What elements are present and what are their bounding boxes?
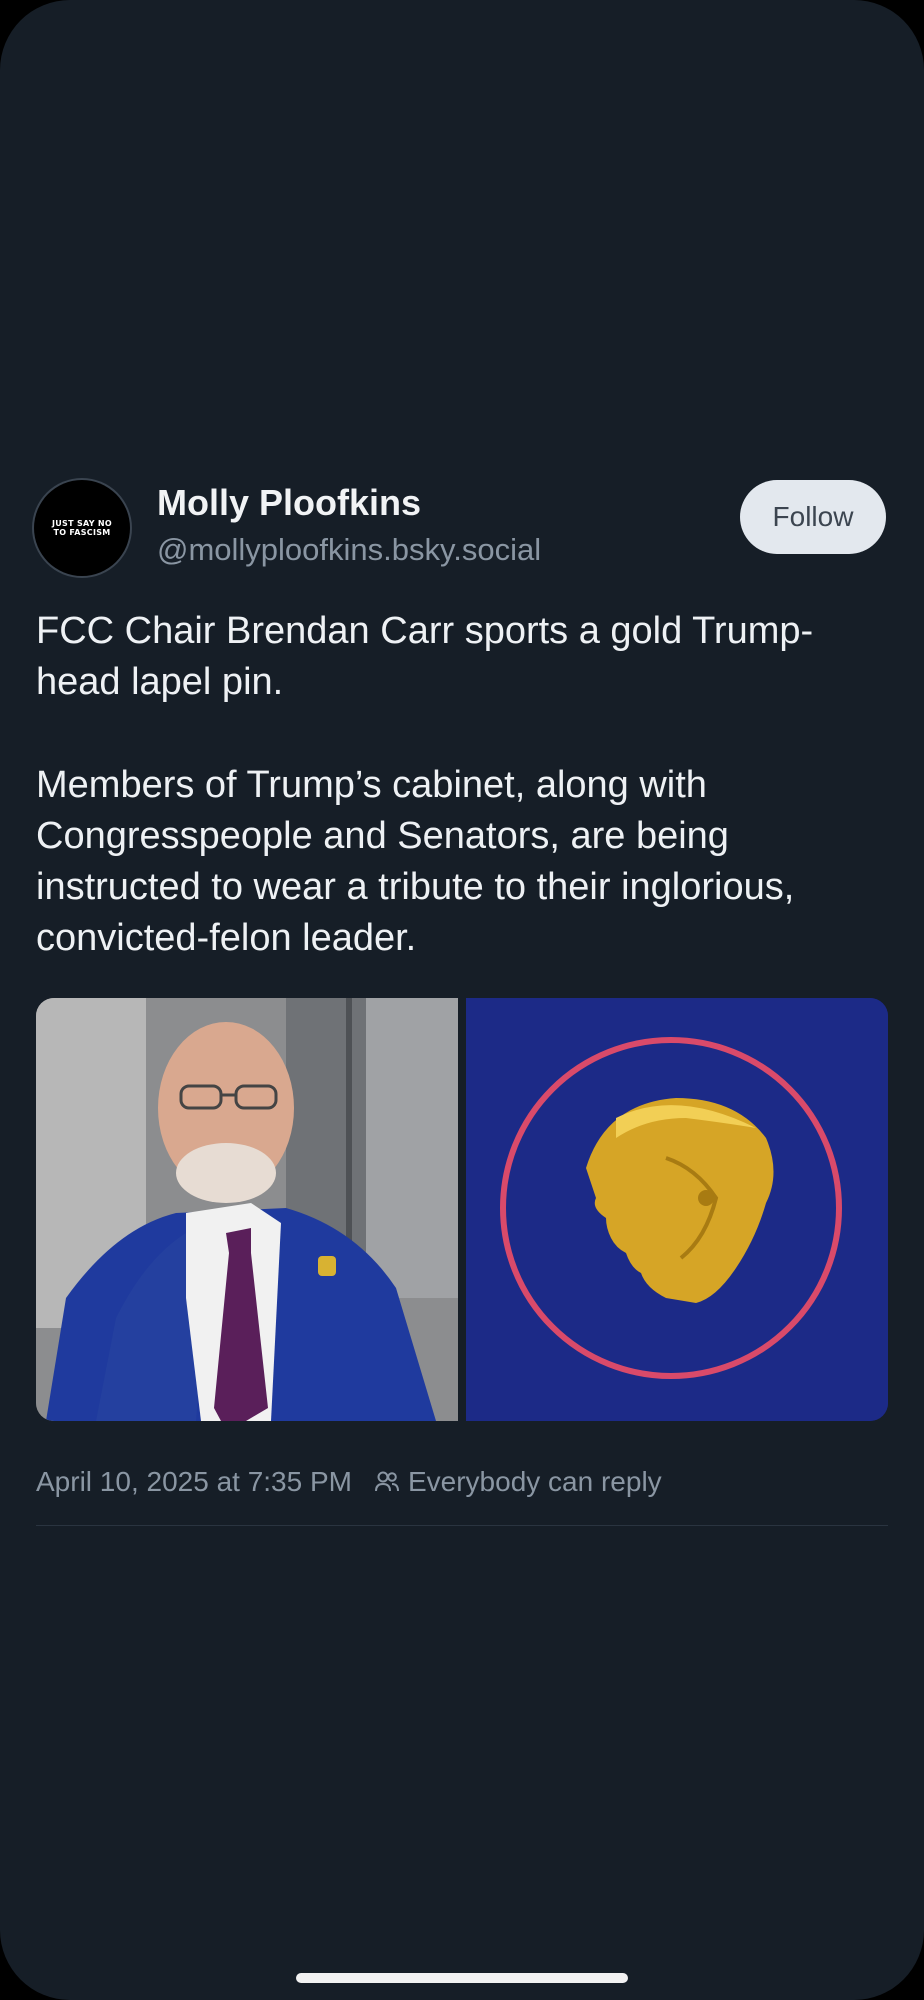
post-text-paragraph-1: FCC Chair Brendan Carr sports a gold Tru…: [36, 610, 814, 703]
people-icon: [374, 1469, 400, 1495]
avatar-text-line1: JUST SAY NO: [51, 519, 113, 528]
author-handle[interactable]: @mollyploofkins.bsky.social: [157, 532, 541, 568]
avatar[interactable]: JUST SAY NO TO FASCISM: [34, 480, 130, 576]
avatar-text-line2: TO FASCISM: [53, 528, 111, 537]
follow-button[interactable]: Follow: [740, 480, 886, 554]
divider: [36, 1525, 888, 1526]
reply-setting[interactable]: Everybody can reply: [408, 1466, 662, 1498]
screen: JUST SAY NO TO FASCISM Molly Ploofkins @…: [0, 0, 924, 2000]
post-timestamp[interactable]: April 10, 2025 at 7:35 PM: [36, 1466, 352, 1498]
post-image-grid: [36, 998, 888, 1421]
gold-pin-illustration: [466, 998, 888, 1421]
man-in-suit-illustration: [36, 998, 458, 1421]
home-indicator[interactable]: [296, 1973, 628, 1983]
post-meta: April 10, 2025 at 7:35 PM Everybody can …: [36, 1460, 888, 1504]
post-image-man-in-suit[interactable]: [36, 998, 458, 1421]
post: JUST SAY NO TO FASCISM Molly Ploofkins @…: [0, 470, 924, 1526]
author-display-name[interactable]: Molly Ploofkins: [157, 482, 421, 524]
post-header: JUST SAY NO TO FASCISM Molly Ploofkins @…: [0, 470, 924, 580]
post-image-gold-pin[interactable]: [466, 998, 888, 1421]
post-text-paragraph-2: Members of Trump’s cabinet, along with C…: [36, 764, 795, 959]
